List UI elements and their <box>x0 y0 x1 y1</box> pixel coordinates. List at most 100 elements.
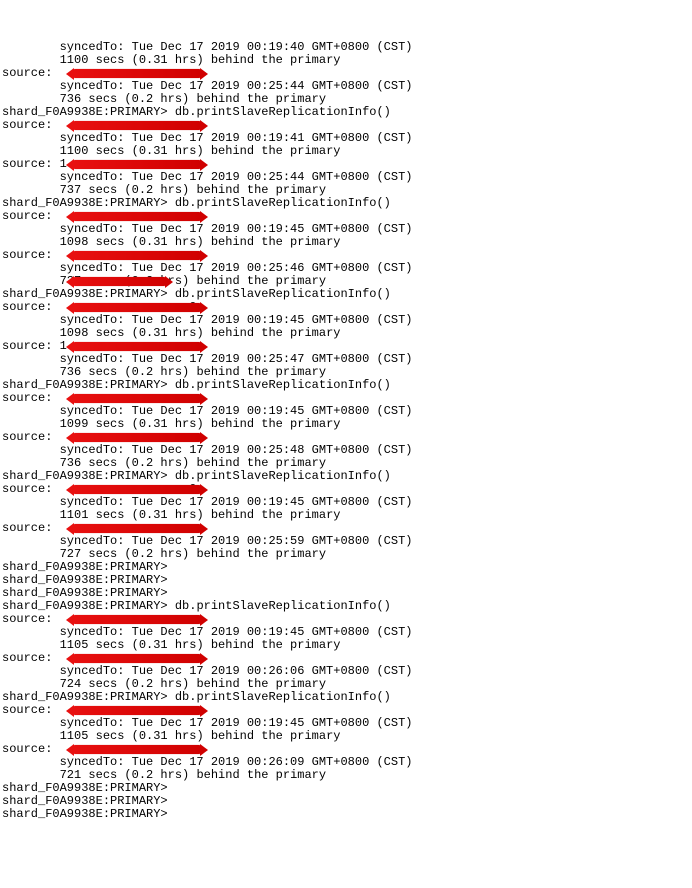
synced-date: Tue Dec 17 2019 00:25:48 GMT+0800 (CST) <box>132 443 413 457</box>
shell-prompt: shard_F0A9938E:PRIMARY> <box>2 469 168 483</box>
shell-prompt: shard_F0A9938E:PRIMARY> <box>2 378 168 392</box>
synced-date: Tue Dec 17 2019 00:25:44 GMT+0800 (CST) <box>132 79 413 93</box>
synced-date: Tue Dec 17 2019 00:25:44 GMT+0800 (CST) <box>132 170 413 184</box>
synced-date: Tue Dec 17 2019 00:19:45 GMT+0800 (CST) <box>132 222 413 236</box>
behind-secs: 736 secs <box>60 456 118 470</box>
behind-suffix: behind the primary <box>211 508 341 522</box>
source-label: source: <box>2 118 52 132</box>
source-label: source: <box>2 248 52 262</box>
behind-suffix: behind the primary <box>211 235 341 249</box>
source-label: source: <box>2 742 52 756</box>
source-label: source: <box>2 157 52 171</box>
shell-prompt: shard_F0A9938E:PRIMARY> <box>2 807 168 821</box>
shell-prompt: shard_F0A9938E:PRIMARY> <box>2 599 168 613</box>
behind-secs: 1098 secs <box>60 326 125 340</box>
shell-prompt: shard_F0A9938E:PRIMARY> <box>2 287 168 301</box>
source-label: source: <box>2 703 52 717</box>
source-label: source: <box>2 651 52 665</box>
shell-prompt: shard_F0A9938E:PRIMARY> <box>2 781 168 795</box>
behind-hrs: 0.31 hrs <box>139 417 197 431</box>
synced-label: syncedTo: <box>60 352 125 366</box>
synced-label: syncedTo: <box>60 443 125 457</box>
synced-date: Tue Dec 17 2019 00:19:45 GMT+0800 (CST) <box>132 404 413 418</box>
behind-suffix: behind the primary <box>211 417 341 431</box>
source-label: source: <box>2 391 52 405</box>
source-label: source: <box>2 612 52 626</box>
source-label: source: <box>2 66 52 80</box>
source-label: source: <box>2 339 52 353</box>
synced-label: syncedTo: <box>60 79 125 93</box>
synced-label: syncedTo: <box>60 625 125 639</box>
behind-secs: 736 secs <box>60 365 118 379</box>
shell-prompt: shard_F0A9938E:PRIMARY> <box>2 794 168 808</box>
synced-date: Tue Dec 17 2019 00:25:46 GMT+0800 (CST) <box>132 261 413 275</box>
behind-suffix: behind the primary <box>196 547 326 561</box>
synced-date: Tue Dec 17 2019 00:19:40 GMT+0800 (CST) <box>132 40 413 54</box>
synced-label: syncedTo: <box>60 261 125 275</box>
shell-prompt: shard_F0A9938E:PRIMARY> <box>2 560 168 574</box>
synced-date: Tue Dec 17 2019 00:19:41 GMT+0800 (CST) <box>132 131 413 145</box>
redaction-mark <box>72 277 167 286</box>
redaction-mark <box>72 121 202 130</box>
redaction-mark <box>72 524 202 533</box>
synced-label: syncedTo: <box>60 170 125 184</box>
behind-suffix: behind the primary <box>196 677 326 691</box>
synced-label: syncedTo: <box>60 534 125 548</box>
synced-label: syncedTo: <box>60 716 125 730</box>
behind-secs: 1100 secs <box>60 53 125 67</box>
source-label: source: <box>2 482 52 496</box>
behind-hrs: 0.31 hrs <box>139 235 197 249</box>
behind-hrs: 0.2 hrs <box>132 547 182 561</box>
redaction-mark <box>72 212 202 221</box>
redaction-mark <box>72 303 202 312</box>
behind-secs: 1105 secs <box>60 638 125 652</box>
behind-secs: 1098 secs <box>60 235 125 249</box>
shell-command: db.printSlaveReplicationInfo() <box>175 287 391 301</box>
behind-suffix: behind the primary <box>196 365 326 379</box>
behind-suffix: behind the primary <box>196 183 326 197</box>
shell-prompt: shard_F0A9938E:PRIMARY> <box>2 105 168 119</box>
behind-secs: 1105 secs <box>60 729 125 743</box>
redaction-mark <box>72 342 202 351</box>
behind-secs: 1100 secs <box>60 144 125 158</box>
shell-command: db.printSlaveReplicationInfo() <box>175 469 391 483</box>
synced-label: syncedTo: <box>60 495 125 509</box>
shell-prompt: shard_F0A9938E:PRIMARY> <box>2 196 168 210</box>
redaction-mark <box>72 69 202 78</box>
synced-date: Tue Dec 17 2019 00:19:45 GMT+0800 (CST) <box>132 716 413 730</box>
behind-hrs: 0.31 hrs <box>139 326 197 340</box>
shell-prompt: shard_F0A9938E:PRIMARY> <box>2 573 168 587</box>
synced-label: syncedTo: <box>60 664 125 678</box>
synced-label: syncedTo: <box>60 755 125 769</box>
shell-command: db.printSlaveReplicationInfo() <box>175 378 391 392</box>
synced-date: Tue Dec 17 2019 00:19:45 GMT+0800 (CST) <box>132 313 413 327</box>
behind-secs: 727 secs <box>60 547 118 561</box>
shell-command: db.printSlaveReplicationInfo() <box>175 599 391 613</box>
synced-date: Tue Dec 17 2019 00:19:45 GMT+0800 (CST) <box>132 495 413 509</box>
behind-suffix: behind the primary <box>196 274 326 288</box>
behind-suffix: behind the primary <box>196 92 326 106</box>
behind-hrs: 0.31 hrs <box>139 638 197 652</box>
behind-hrs: 0.2 hrs <box>132 365 182 379</box>
synced-date: Tue Dec 17 2019 00:25:47 GMT+0800 (CST) <box>132 352 413 366</box>
behind-secs: 724 secs <box>60 677 118 691</box>
behind-suffix: behind the primary <box>211 326 341 340</box>
behind-secs: 737 secs <box>60 183 118 197</box>
behind-suffix: behind the primary <box>211 729 341 743</box>
synced-label: syncedTo: <box>60 404 125 418</box>
behind-secs: 721 secs <box>60 768 118 782</box>
behind-secs: 1099 secs <box>60 417 125 431</box>
source-label: source: <box>2 521 52 535</box>
terminal-line: shard_F0A9938E:PRIMARY> <box>2 808 690 821</box>
synced-date: Tue Dec 17 2019 00:25:59 GMT+0800 (CST) <box>132 534 413 548</box>
behind-suffix: behind the primary <box>196 456 326 470</box>
redaction-mark <box>72 485 202 494</box>
synced-date: Tue Dec 17 2019 00:26:09 GMT+0800 (CST) <box>132 755 413 769</box>
redaction-mark <box>72 745 202 754</box>
synced-date: Tue Dec 17 2019 00:26:06 GMT+0800 (CST) <box>132 664 413 678</box>
redaction-mark <box>72 160 202 169</box>
behind-suffix: behind the primary <box>211 53 341 67</box>
behind-hrs: 0.31 hrs <box>139 508 197 522</box>
behind-hrs: 0.2 hrs <box>132 677 182 691</box>
behind-suffix: behind the primary <box>196 768 326 782</box>
